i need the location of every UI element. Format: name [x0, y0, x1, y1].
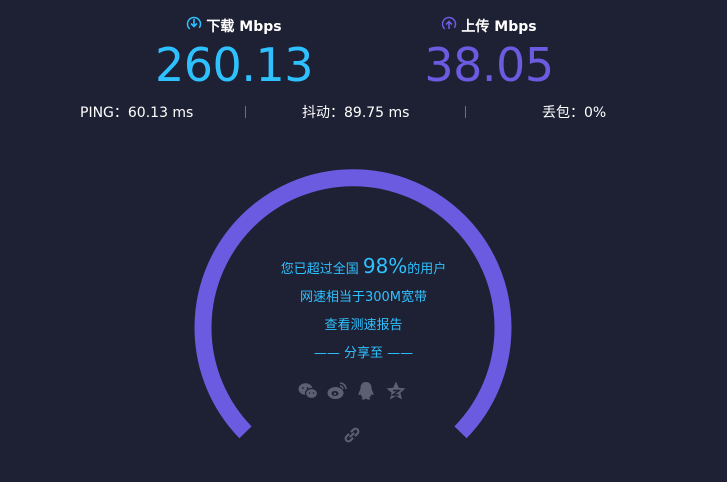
- upload-header: 上传 Mbps: [379, 14, 599, 38]
- stats-divider: [245, 106, 246, 118]
- share-to-label: —— 分享至 ——: [313, 346, 414, 361]
- weibo-icon[interactable]: [326, 380, 348, 402]
- qq-icon[interactable]: [355, 380, 377, 402]
- upload-value: 38.05: [424, 38, 554, 92]
- stats-divider: [465, 106, 466, 118]
- wechat-icon[interactable]: [297, 380, 319, 402]
- percentile-text: 您已超过全国 98%的用户: [200, 254, 527, 278]
- qzone-icon[interactable]: [385, 380, 407, 402]
- speed-gauge: [194, 169, 512, 439]
- percentile-value: 98%: [362, 254, 408, 278]
- download-icon: [186, 16, 202, 36]
- download-speed: 下载 Mbps 260.13: [124, 14, 344, 90]
- upload-speed: 上传 Mbps 38.05: [379, 14, 599, 90]
- upload-icon: [441, 16, 457, 36]
- packet-loss-stat: 丢包：0%: [542, 105, 607, 121]
- percentile-prefix: 您已超过全国: [280, 262, 359, 277]
- share-icons: [295, 380, 415, 402]
- stats-row: PING：60.13 ms 抖动：89.75 ms 丢包：0%: [0, 100, 727, 124]
- ping-stat: PING：60.13 ms: [80, 105, 194, 121]
- percentile-suffix: 的用户: [407, 262, 447, 277]
- download-label: 下载 Mbps: [206, 19, 282, 35]
- download-header: 下载 Mbps: [124, 14, 344, 38]
- upload-label: 上传 Mbps: [461, 19, 537, 35]
- bandwidth-equivalent: 网速相当于300M宽带: [299, 290, 428, 305]
- download-value: 260.13: [155, 38, 313, 92]
- jitter-stat: 抖动：89.75 ms: [302, 105, 410, 121]
- link-icon[interactable]: [342, 425, 362, 445]
- view-report-link[interactable]: 查看测速报告: [200, 314, 527, 333]
